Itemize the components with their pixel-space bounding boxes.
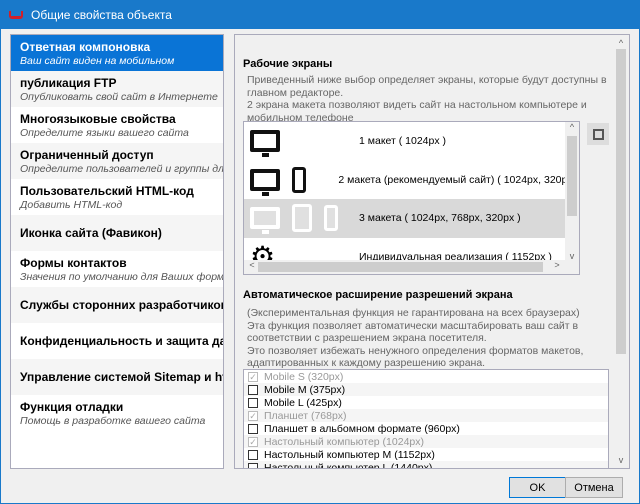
layout-option[interactable]: 3 макета ( 1024px, 768px, 320px ) — [244, 199, 579, 238]
sidebar-item-subtitle: Определите пользователей и группы для до… — [20, 163, 223, 175]
sidebar-item-title: Ограниченный доступ — [20, 148, 154, 162]
sidebar-item-title: Службы сторонних разработчиков (Goo — [20, 298, 223, 312]
sidebar-item-title: Функция отладки — [20, 400, 124, 414]
window-title: Общие свойства объекта — [31, 8, 172, 22]
edit-icon — [592, 128, 604, 140]
checkbox[interactable]: ✓ — [248, 371, 258, 382]
auto-desc: (Экспериментальная функция не гарантиров… — [247, 307, 617, 370]
resolution-option-label: Настольный компьютер (1024px) — [264, 435, 424, 448]
sidebar-item-title: Ответная компоновка — [20, 40, 151, 54]
sidebar-item[interactable]: Формы контактов Значения по умолчанию для… — [11, 251, 223, 287]
sidebar-item-title: публикация FTP — [20, 76, 117, 90]
resolution-option-label: Настольный компьютер L (1440px) — [264, 461, 433, 469]
auto-heading: Автоматическое расширение разрешений экр… — [243, 289, 513, 301]
checkbox[interactable]: ✓ — [248, 410, 258, 421]
edit-layout-button[interactable] — [587, 123, 609, 145]
resolution-checklist[interactable]: ✓ Mobile S (320px) Mobile M (375px) Mobile … — [243, 369, 609, 469]
resolution-option[interactable]: Планшет в альбомном формате (960px) — [244, 422, 608, 435]
sidebar-item-subtitle: Ваш сайт виден на мобильном — [20, 55, 175, 67]
resolution-option-label: Планшет в альбомном формате (960px) — [264, 422, 460, 435]
sidebar-item-title: Конфиденциальность и защита данных — [20, 334, 223, 348]
sidebar-item[interactable]: Ответная компоновка Ваш сайт виден на моб… — [11, 35, 223, 71]
sidebar-item-subtitle: Добавить HTML-код — [20, 199, 123, 211]
resolution-option[interactable]: ✓ Mobile S (320px) — [244, 370, 608, 383]
resolution-option[interactable]: ✓ Настольный компьютер (1024px) — [244, 435, 608, 448]
listbox-vertical-scrollbar[interactable]: ^ v — [565, 122, 579, 261]
sidebar-item-subtitle: Значения по умолчанию для Ваших форм — [20, 271, 223, 283]
resolution-option-label: Mobile L (425px) — [264, 396, 342, 409]
checkbox[interactable] — [248, 423, 258, 434]
checkbox[interactable] — [248, 397, 258, 408]
resolution-option-label: Настольный компьютер M (1152px) — [264, 448, 435, 461]
sidebar-item-title: Управление системой Sitemap и htacces — [20, 370, 223, 384]
cancel-button[interactable]: Отмена — [565, 477, 623, 498]
screens-desc-1: Приведенный ниже выбор определяет экраны… — [247, 74, 607, 99]
sidebar-item[interactable]: Конфиденциальность и защита данных — [11, 323, 223, 359]
layout-option-label: 3 макета ( 1024px, 768px, 320px ) — [359, 212, 521, 225]
resolution-option[interactable]: Настольный компьютер L (1440px) — [244, 461, 608, 469]
resolution-option[interactable]: ✓ Планшет (768px) — [244, 409, 608, 422]
resolution-option[interactable]: Настольный компьютер M (1152px) — [244, 448, 608, 461]
layout-option-label: 1 макет ( 1024px ) — [359, 135, 447, 148]
tablet-icon — [292, 204, 312, 233]
sidebar-list: Ответная компоновка Ваш сайт виден на моб… — [10, 34, 224, 469]
sidebar-item-title: Многоязыковые свойства — [20, 112, 176, 126]
screens-heading: Рабочие экраны — [243, 58, 333, 70]
dialog-window: Общие свойства объекта Ответная компонов… — [0, 0, 640, 504]
sidebar-item[interactable]: Службы сторонних разработчиков (Goo — [11, 287, 223, 323]
sidebar-item-title: Формы контактов — [20, 256, 127, 270]
checkbox[interactable] — [248, 449, 258, 460]
checkbox[interactable] — [248, 462, 258, 468]
auto-desc-line: (Экспериментальная функция не гарантиров… — [247, 307, 580, 319]
layout-option[interactable]: 1 макет ( 1024px ) — [244, 122, 579, 161]
sidebar-item-subtitle: Помощь в разработке вашего сайта — [20, 415, 206, 427]
sidebar-item-subtitle: Определите языки вашего сайта — [20, 127, 189, 139]
monitor-icon — [250, 207, 280, 235]
sidebar-item-title: Пользовательский HTML-код — [20, 184, 194, 198]
settings-panel: Рабочие экраны Приведенный ниже выбор оп… — [234, 34, 630, 469]
layout-listbox[interactable]: 1 макет ( 1024px ) 2 макета (рекомендуемы… — [243, 121, 580, 275]
sidebar-item[interactable]: Управление системой Sitemap и htacces — [11, 359, 223, 395]
panel-vertical-scrollbar[interactable]: ^ v — [613, 35, 629, 468]
sidebar-item[interactable]: Многоязыковые свойства Определите языки в… — [11, 107, 223, 143]
resolution-option-label: Mobile S (320px) — [264, 370, 344, 383]
app-logo-icon — [9, 11, 23, 19]
auto-desc-line: Это позволяет избежать ненужного определ… — [247, 344, 584, 370]
monitor-icon — [250, 130, 280, 158]
sidebar-item[interactable]: Иконка сайта (Фавикон) — [11, 215, 223, 251]
sidebar-item[interactable]: Функция отладки Помощь в разработке вашег… — [11, 395, 223, 431]
resolution-option[interactable]: Mobile M (375px) — [244, 383, 608, 396]
listbox-horizontal-scrollbar[interactable]: < > — [244, 260, 579, 274]
layout-option[interactable]: 2 макета (рекомендуемый сайт) ( 1024px, … — [244, 161, 579, 200]
title-bar: Общие свойства объекта — [1, 1, 639, 29]
checkbox[interactable] — [248, 384, 258, 395]
sidebar-item[interactable]: Пользовательский HTML-код Добавить HTML-к… — [11, 179, 223, 215]
phone-icon — [324, 205, 338, 232]
sidebar-item-title: Иконка сайта (Фавикон) — [20, 226, 162, 240]
resolution-option[interactable]: Mobile L (425px) — [244, 396, 608, 409]
phone-icon — [292, 166, 306, 193]
resolution-option-label: Планшет (768px) — [264, 409, 347, 422]
resolution-option-label: Mobile M (375px) — [264, 383, 346, 396]
sidebar-item-subtitle: Опубликовать свой сайт в Интернете — [20, 91, 218, 103]
checkbox[interactable]: ✓ — [248, 436, 258, 447]
sidebar-item[interactable]: публикация FTP Опубликовать свой сайт в И… — [11, 71, 223, 107]
ok-button[interactable]: OK — [509, 477, 566, 498]
layout-option-label: 2 макета (рекомендуемый сайт) ( 1024px, … — [338, 173, 579, 186]
monitor-icon — [250, 168, 280, 196]
sidebar-item[interactable]: Ограниченный доступ Определите пользовате… — [11, 143, 223, 179]
auto-desc-line: Эта функция позволяет автоматически масш… — [247, 319, 579, 345]
